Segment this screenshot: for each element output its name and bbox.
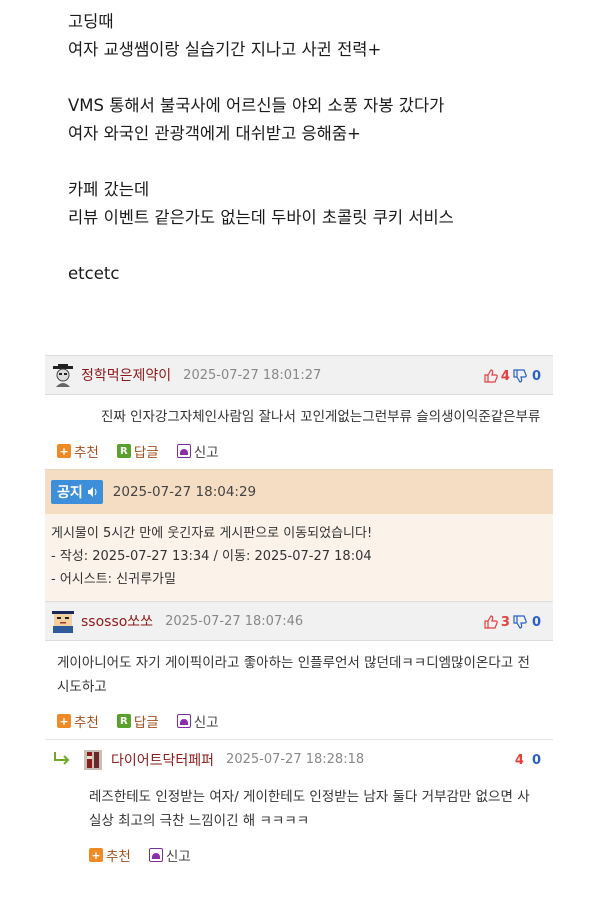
comment-date: 2025-07-27 18:01:27 [183,367,322,383]
reply-author[interactable]: 다이어트닥터페퍼 [111,750,214,770]
thumbs-down-icon[interactable] [513,369,527,383]
downvote-count: 0 [531,614,541,630]
comment-author[interactable]: 정학먹은제약이 [81,365,171,385]
comment-text-wrap: 진짜 인자강그자체인사람임 잘나서 꼬인게없는그런부류 슬의생이익준같은부류 [45,395,553,433]
reply-text: 레즈한테도 인정받는 여자/ 게이한테도 인정받는 남자 둘다 거부감만 없으면… [89,789,530,829]
plus-icon: + [57,444,71,458]
recommend-button[interactable]: + 추천 [89,845,131,865]
report-label: 신고 [165,849,191,865]
notice-badge: 공지 [51,480,103,504]
report-button[interactable]: 신고 [176,441,219,461]
notice-body: 게시물이 5시간 만에 웃긴자료 게시판으로 이동되었습니다! - 작성: 20… [45,514,553,601]
upvote-count: 3 [500,614,510,630]
reply-date: 2025-07-27 18:28:18 [226,752,365,767]
thumbs-down-icon[interactable] [513,615,527,629]
reply-comment: 다이어트닥터페퍼 2025-07-27 18:28:18 4 0 레즈한테도 인… [45,739,553,873]
avatar[interactable] [51,363,75,387]
reply-label: 답글 [133,715,159,731]
notice-line: 게시물이 5시간 만에 웃긴자료 게시판으로 이동되었습니다! [51,526,373,541]
recommend-label: 추천 [74,445,99,461]
vote-counts: 4 0 [515,740,541,780]
report-button[interactable]: 신고 [148,845,191,865]
post-line: 고딩때 [68,12,114,31]
thumbs-up-icon[interactable] [484,615,498,629]
comment-actions: + 추천 R 답글 신고 [45,433,553,469]
post-line: 카페 갔는데 [68,180,150,199]
report-button[interactable]: 신고 [176,711,219,731]
report-label: 신고 [193,445,219,461]
reply-actions: + 추천 신고 [45,837,553,873]
notice-header: 공지 2025-07-27 18:04:29 [45,470,553,514]
reply-arrow-icon [53,751,71,769]
post-line: VMS 통해서 불국사에 어르신들 야외 소풍 자봉 갔다가 [68,96,445,115]
comment-date: 2025-07-27 18:07:46 [165,613,304,629]
upvote-count: 4 [500,368,510,384]
avatar[interactable] [81,748,105,772]
plus-icon: + [89,848,103,862]
comment-list: 정학먹은제약이 2025-07-27 18:01:27 4 0 진짜 인자강그자… [45,355,553,873]
recommend-label: 추천 [106,849,131,865]
siren-icon [176,714,191,728]
post-line: 리뷰 이벤트 같은가도 없는데 두바이 초콜릿 쿠키 서비스 [68,208,454,227]
comment-actions: + 추천 R 답글 신고 [45,703,553,739]
recommend-label: 추천 [74,715,99,731]
recommend-button[interactable]: + 추천 [57,441,99,461]
comment-text: 게이아니어도 자기 게이픽이라고 좋아하는 인플루언서 많던데ㅋㅋ디엠많이온다고… [57,655,530,695]
notice-badge-label: 공지 [57,485,83,501]
reply-header: 다이어트닥터페퍼 2025-07-27 18:28:18 4 0 [45,739,553,779]
vote-counts: 3 0 [484,602,541,642]
upvote-count: 4 [514,752,524,768]
post-line: etcetc [68,264,120,283]
post-line-blank [68,148,568,176]
post-line: 여자 교생쌤이랑 실습기간 지나고 사귄 전력+ [68,40,382,59]
post-line-blank [68,232,568,260]
comment-text: 진짜 인자강그자체인사람임 잘나서 꼬인게없는그런부류 슬의생이익준같은부류 [101,409,541,425]
notice-box: 공지 2025-07-27 18:04:29 게시물이 5시간 만에 웃긴자료 … [45,469,553,601]
reply-icon: R [116,714,131,728]
siren-icon [148,848,163,862]
reply-button[interactable]: R 답글 [116,711,159,731]
post-line-blank [68,64,568,92]
notice-line: - 어시스트: 신귀루가밀 [51,572,176,587]
comment-header: ssosso쏘쏘 2025-07-27 18:07:46 3 0 [45,601,553,641]
post-line: 여자 와국인 관광객에게 대쉬받고 응해줌+ [68,124,361,143]
comment-header: 정학먹은제약이 2025-07-27 18:01:27 4 0 [45,355,553,395]
thumbs-up-icon[interactable] [484,369,498,383]
siren-icon [176,444,191,458]
recommend-button[interactable]: + 추천 [57,711,99,731]
comment-author[interactable]: ssosso쏘쏘 [81,611,153,631]
vote-counts: 4 0 [484,356,541,396]
report-label: 신고 [193,715,219,731]
reply-icon: R [116,444,131,458]
comment: 정학먹은제약이 2025-07-27 18:01:27 4 0 진짜 인자강그자… [45,355,553,469]
post-body: 고딩때 여자 교생쌤이랑 실습기간 지나고 사귄 전력+ VMS 통해서 불국사… [68,8,568,288]
comment: ssosso쏘쏘 2025-07-27 18:07:46 3 0 게이아니어도 … [45,601,553,739]
plus-icon: + [57,714,71,728]
notice-date: 2025-07-27 18:04:29 [112,484,257,500]
notice-line: - 작성: 2025-07-27 13:34 / 이동: 2025-07-27 … [51,549,372,564]
reply-button[interactable]: R 답글 [116,441,159,461]
speaker-icon [87,486,99,498]
downvote-count: 0 [531,368,541,384]
downvote-count: 0 [531,752,541,768]
avatar[interactable] [51,609,75,633]
reply-label: 답글 [133,445,159,461]
